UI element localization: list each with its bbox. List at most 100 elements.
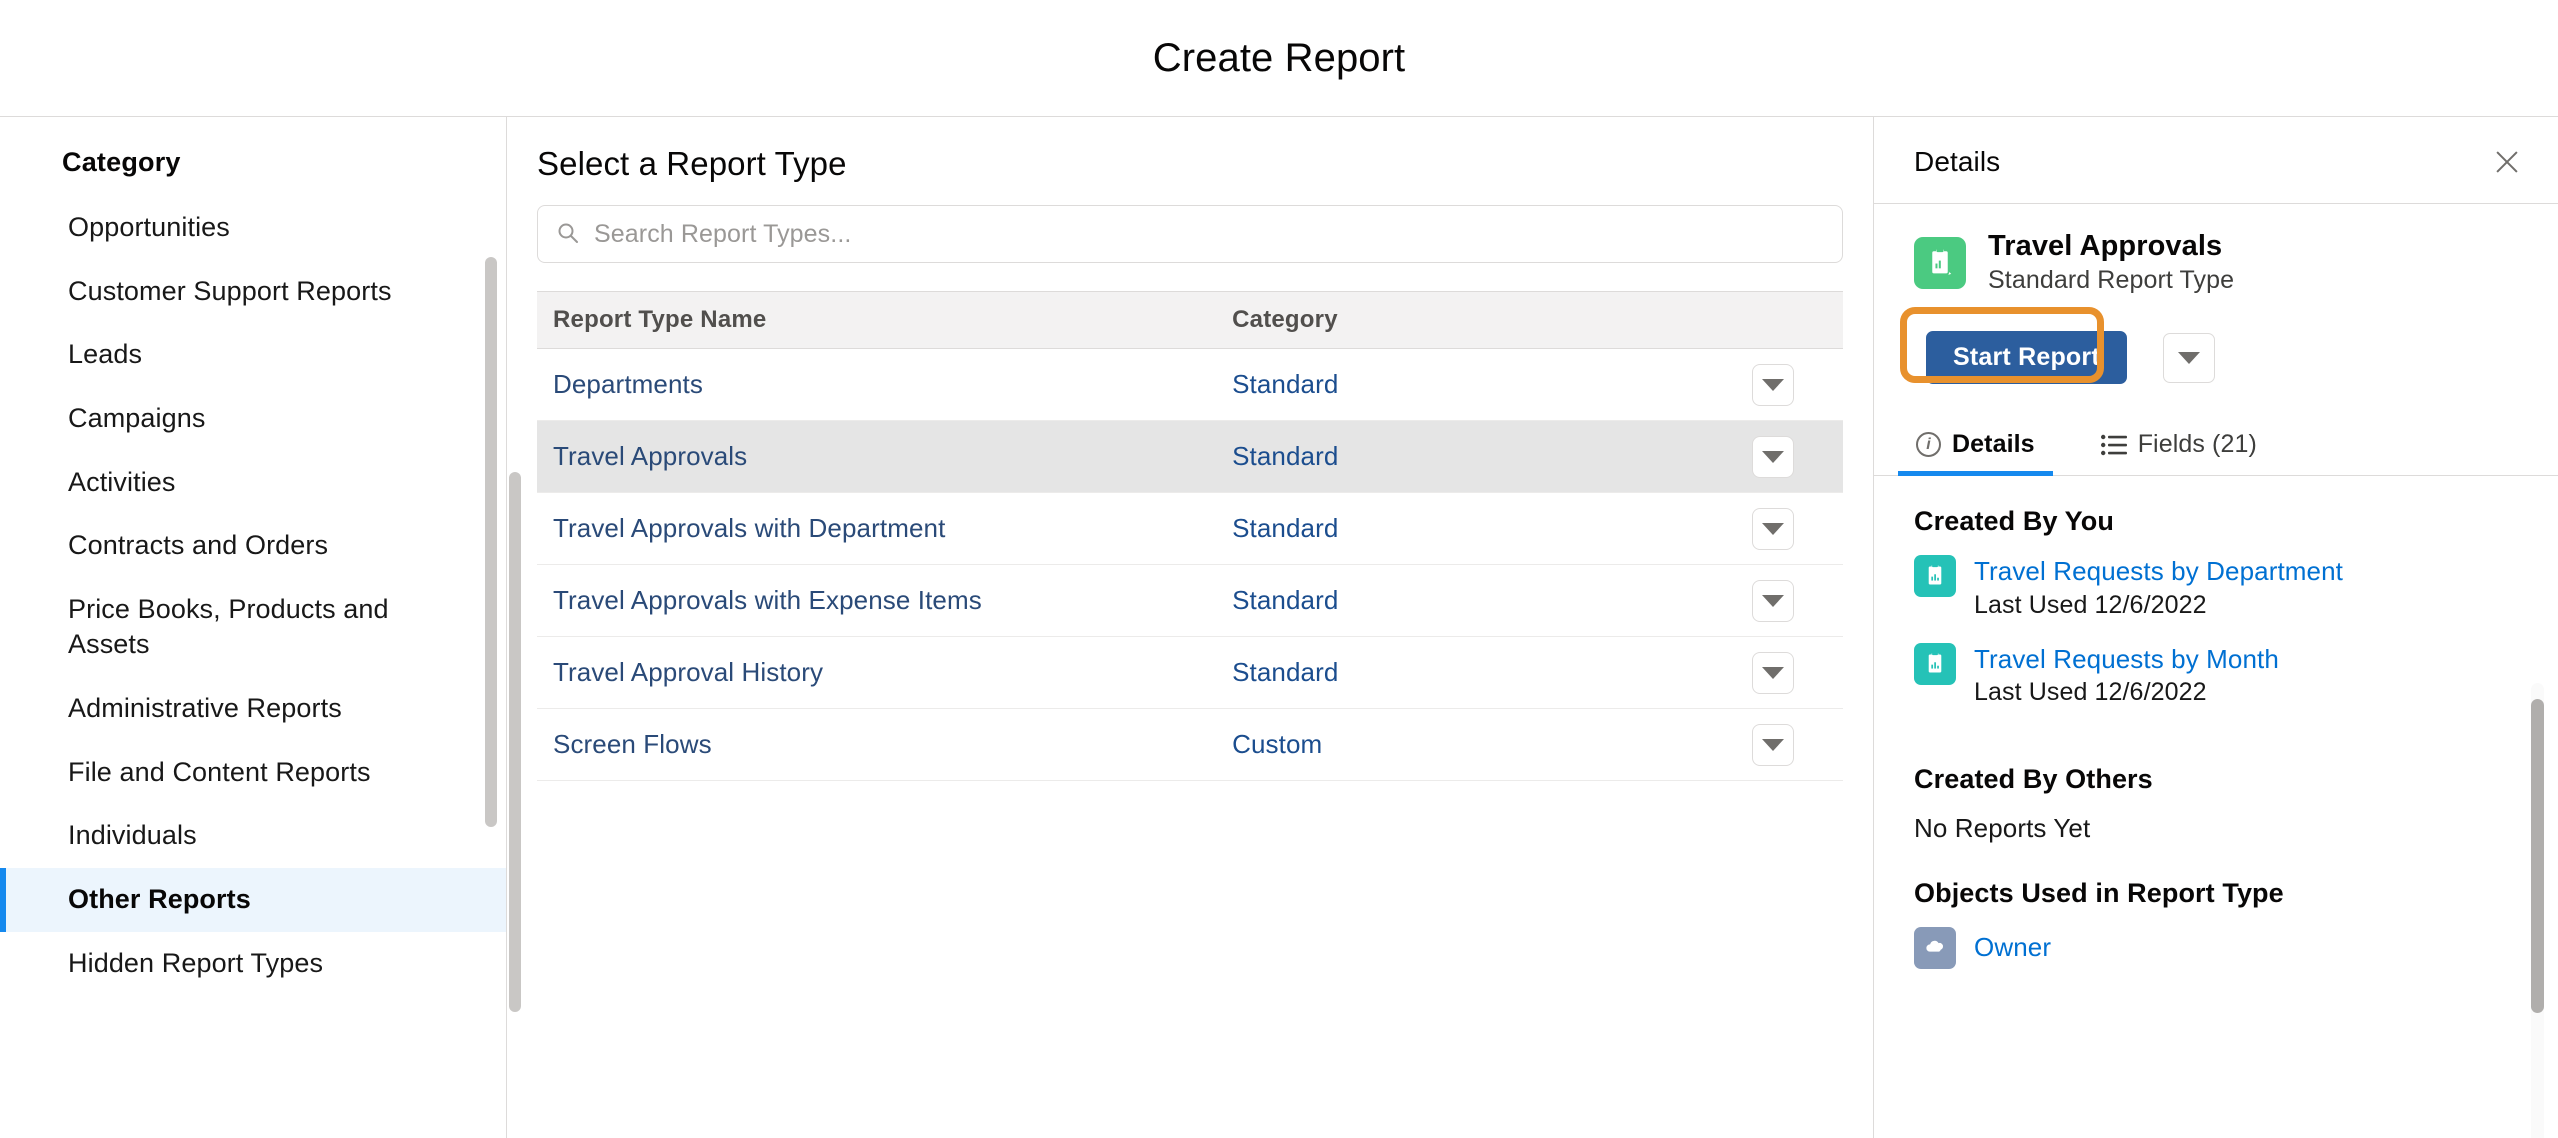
chevron-down-icon (1761, 594, 1784, 607)
details-action-row: Start Report (1874, 307, 2558, 390)
report-link[interactable]: Travel Requests by Month (1974, 643, 2279, 676)
category-link[interactable]: Standard (1232, 441, 1338, 471)
category-link[interactable]: Standard (1232, 585, 1338, 615)
cell-actions (1686, 709, 1843, 781)
category-link[interactable]: Custom (1232, 729, 1322, 759)
cell-report-type-name: Travel Approvals (537, 421, 1216, 493)
chevron-down-icon (2177, 351, 2200, 364)
cell-category: Standard (1216, 493, 1686, 565)
tab-fields[interactable]: Fields (21) (2083, 416, 2275, 475)
category-link[interactable]: Standard (1232, 369, 1338, 399)
cell-category: Standard (1216, 565, 1686, 637)
report-type-link[interactable]: Departments (553, 369, 703, 399)
report-type-link[interactable]: Travel Approvals with Department (553, 513, 945, 543)
table-row[interactable]: Departments Standard (537, 349, 1843, 421)
start-report-split-button[interactable] (2162, 332, 2215, 383)
modal-body: Category Opportunities Customer Support R… (0, 117, 2558, 1138)
row-menu-button[interactable] (1751, 363, 1794, 406)
user-object-icon (1914, 926, 1956, 969)
sidebar-item-individuals[interactable]: Individuals (0, 804, 506, 868)
report-type-link[interactable]: Travel Approvals (553, 441, 747, 471)
sidebar-item-opportunities[interactable]: Opportunities (0, 196, 506, 260)
category-link[interactable]: Standard (1232, 513, 1338, 543)
sidebar-item-other-reports[interactable]: Other Reports (0, 867, 506, 932)
report-type-panel: Select a Report Type Search Report Types… (507, 117, 1874, 1138)
cell-category: Standard (1216, 637, 1686, 709)
chevron-down-icon (1761, 738, 1784, 751)
sidebar-item-leads[interactable]: Leads (0, 323, 506, 387)
details-tabs: i Details Fields (21) (1874, 416, 2558, 477)
report-type-link[interactable]: Travel Approvals with Expense Items (553, 585, 982, 615)
cell-actions (1686, 493, 1843, 565)
row-menu-button[interactable] (1751, 579, 1794, 622)
row-menu-button[interactable] (1751, 507, 1794, 550)
sidebar-item-price-books-products-and-assets[interactable]: Price Books, Products and Assets (0, 578, 506, 677)
details-panel-title: Details (1914, 146, 2001, 177)
created-by-others-empty: No Reports Yet (1914, 812, 2091, 843)
report-list-item[interactable]: Travel Requests by Department Last Used 1… (1914, 555, 2518, 620)
report-chart-icon (1914, 642, 1956, 685)
chevron-down-icon (1761, 378, 1784, 391)
report-type-summary: Travel Approvals Standard Report Type (1874, 204, 2558, 307)
details-panel: Details Travel Approvals Standard Report… (1874, 117, 2558, 1138)
column-header-category[interactable]: Category (1216, 291, 1687, 349)
category-list: Opportunities Customer Support Reports Lea… (0, 196, 506, 995)
table-row[interactable]: Travel Approvals with Expense Items Stand… (537, 565, 1843, 637)
list-icon (2100, 434, 2127, 456)
close-icon[interactable] (2490, 145, 2524, 179)
report-type-name: Travel Approvals (1988, 230, 2223, 262)
sidebar-item-customer-support-reports[interactable]: Customer Support Reports (0, 260, 506, 324)
table-row[interactable]: Travel Approvals with Department Standard (537, 493, 1843, 565)
report-type-link[interactable]: Travel Approval History (553, 657, 823, 687)
report-type-link[interactable]: Screen Flows (553, 729, 712, 759)
sidebar-item-campaigns[interactable]: Campaigns (0, 387, 506, 451)
sidebar-item-file-and-content-reports[interactable]: File and Content Reports (0, 741, 506, 805)
details-scrollbar-thumb[interactable] (2531, 699, 2544, 1013)
object-list-item[interactable]: Owner (1914, 926, 2518, 969)
cell-actions (1686, 421, 1843, 493)
category-link[interactable]: Standard (1232, 657, 1338, 687)
center-scrollbar-thumb[interactable] (509, 472, 521, 1012)
chevron-down-icon (1761, 522, 1784, 535)
sidebar-item-contracts-and-orders[interactable]: Contracts and Orders (0, 514, 506, 578)
select-report-type-title: Select a Report Type (537, 145, 847, 182)
sidebar-heading: Category (62, 147, 181, 177)
column-header-report-type-name[interactable]: Report Type Name (537, 291, 1217, 349)
report-last-used: Last Used 12/6/2022 (1974, 677, 2207, 706)
cell-category: Standard (1216, 349, 1686, 421)
cell-actions (1686, 637, 1843, 709)
table-row[interactable]: Screen Flows Custom (537, 709, 1843, 781)
sidebar-item-activities[interactable]: Activities (0, 451, 506, 515)
created-by-you-list: Travel Requests by Department Last Used 1… (1914, 555, 2518, 708)
row-menu-button[interactable] (1751, 435, 1794, 478)
report-link[interactable]: Travel Requests by Department (1974, 555, 2343, 588)
cell-report-type-name: Travel Approvals with Expense Items (537, 565, 1216, 637)
table-row[interactable]: Travel Approval History Standard (537, 637, 1843, 709)
tab-details[interactable]: i Details (1898, 416, 2053, 477)
row-menu-button[interactable] (1751, 651, 1794, 694)
row-menu-button[interactable] (1751, 723, 1794, 766)
tab-details-label: Details (1952, 430, 2035, 459)
tab-fields-label: Fields (21) (2137, 430, 2257, 459)
column-header-actions (1686, 291, 1843, 349)
table-body: Departments Standard Travel Approvals Stand… (537, 349, 1843, 781)
details-content: Created By You Travel Requests by Depart… (1874, 476, 2558, 1076)
sidebar-scrollbar-thumb[interactable] (485, 257, 497, 827)
created-by-you-title: Created By You (1914, 506, 2114, 537)
modal-header: Create Report (0, 0, 2558, 117)
search-placeholder: Search Report Types... (594, 219, 852, 248)
details-panel-header: Details (1874, 117, 2558, 204)
table-row[interactable]: Travel Approvals Standard (537, 420, 1843, 493)
cell-actions (1686, 349, 1843, 421)
cell-report-type-name: Departments (537, 349, 1216, 421)
sidebar-item-hidden-report-types[interactable]: Hidden Report Types (0, 932, 506, 996)
search-report-types-wrap: Search Report Types... (537, 205, 1843, 263)
sidebar-item-administrative-reports[interactable]: Administrative Reports (0, 677, 506, 741)
start-report-button[interactable]: Start Report (1926, 331, 2127, 385)
object-link[interactable]: Owner (1974, 932, 2051, 963)
cell-actions (1686, 565, 1843, 637)
objects-used-list: Owner (1914, 926, 2518, 969)
report-list-item[interactable]: Travel Requests by Month Last Used 12/6/2… (1914, 642, 2518, 708)
search-input[interactable]: Search Report Types... (537, 205, 1843, 263)
